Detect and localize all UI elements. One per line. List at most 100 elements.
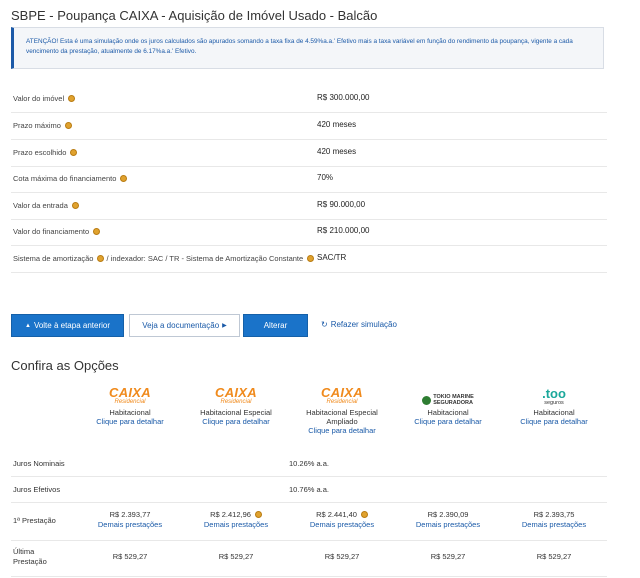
summary-value: 420 meses: [317, 147, 357, 156]
option-type: Habitacional Especial: [200, 408, 272, 417]
table-cell: R$ 529,27: [504, 552, 604, 562]
info-coin-icon[interactable]: [68, 95, 76, 102]
alert-box: ATENÇÃO! Esta é uma simulação onde os ju…: [11, 27, 604, 69]
summary-label: Prazo escolhido: [13, 148, 67, 157]
option-column: CAIXA Residencial Habitacional Especial …: [292, 380, 392, 436]
summary-row-prazo-maximo: Prazo máximo 420 meses: [11, 113, 607, 140]
demais-prestacoes-link[interactable]: Demais prestações: [292, 520, 392, 530]
tokio-marine-logo: TOKIO MARINE SEGURADORA: [398, 380, 498, 406]
summary-value: R$ 300.000,00: [317, 93, 370, 102]
option-detail-link[interactable]: Clique para detalhar: [292, 426, 392, 436]
option-column: CAIXA Residencial Habitacional Clique pa…: [80, 380, 180, 427]
summary-value: SAC/TR: [317, 253, 347, 262]
option-detail-link[interactable]: Clique para detalhar: [186, 417, 286, 427]
redo-label: Refazer simulação: [330, 320, 397, 329]
row-value: 10.76% a.a.: [288, 485, 330, 494]
demais-prestacoes-link[interactable]: Demais prestações: [186, 520, 286, 530]
brand-sub: seguros: [544, 400, 564, 406]
summary-row-cota-maxima: Cota máxima do financiamento 70%: [11, 166, 607, 193]
summary-value: 420 meses: [317, 120, 357, 129]
summary-label: Cota máxima do financiamento: [13, 174, 117, 183]
cell-value: R$ 529,27: [430, 552, 466, 561]
info-coin-icon[interactable]: [97, 255, 105, 262]
summary-row-sistema-amortizacao: Sistema de amortização / indexador: SAC …: [11, 246, 607, 273]
summary-value: R$ 210.000,00: [317, 226, 370, 235]
docs-button[interactable]: Veja a documentação ▶: [129, 314, 240, 337]
summary-row-valor-imovel: Valor do imóvel R$ 300.000,00: [11, 86, 607, 113]
row-label-line2: Prestação: [13, 557, 47, 566]
summary-label: Sistema de amortização: [13, 254, 94, 263]
summary-row-prazo-escolhido: Prazo escolhido 420 meses: [11, 140, 607, 167]
info-coin-icon[interactable]: [70, 149, 78, 156]
back-button[interactable]: ▲ Volte à etapa anterior: [11, 314, 124, 337]
summary-row-valor-entrada: Valor da entrada R$ 90.000,00: [11, 193, 607, 220]
summary-value: 70%: [317, 173, 334, 182]
page-title: SBPE - Poupança CAIXA - Aquisição de Imó…: [11, 8, 378, 23]
change-button-label: Alterar: [263, 321, 288, 330]
info-coin-icon[interactable]: [71, 202, 79, 209]
option-type-line2: Ampliado: [326, 417, 358, 426]
info-coin-icon[interactable]: [64, 122, 72, 129]
table-cell: R$ 529,27: [292, 552, 392, 562]
option-detail-link[interactable]: Clique para detalhar: [504, 417, 604, 427]
demais-prestacoes-link[interactable]: Demais prestações: [504, 520, 604, 530]
change-button[interactable]: Alterar: [243, 314, 308, 337]
table-cell: R$ 2.390,09 Demais prestações: [398, 510, 498, 530]
info-coin-icon[interactable]: [93, 228, 101, 235]
brand-name: CAIXA: [215, 385, 257, 400]
info-coin-icon[interactable]: [254, 511, 262, 518]
cell-value: R$ 2.412,96: [210, 510, 251, 519]
table-row-ultima-prestacao: Última Prestação R$ 529,27 R$ 529,27 R$ …: [11, 541, 607, 577]
too-seguros-logo: .too seguros: [504, 380, 604, 406]
table-cell: R$ 2.412,96 Demais prestações: [186, 510, 286, 530]
cell-value: R$ 2.393,77: [109, 510, 151, 519]
cell-value: R$ 2.441,40: [316, 510, 357, 519]
cell-value: R$ 2.390,09: [427, 510, 469, 519]
row-label-line1: Última: [13, 547, 35, 556]
table-cell: R$ 529,27: [80, 552, 180, 562]
option-detail-link[interactable]: Clique para detalhar: [398, 417, 498, 427]
brand-sub: SEGURADORA: [433, 400, 473, 406]
option-column: CAIXA Residencial Habitacional Especial …: [186, 380, 286, 427]
option-column: TOKIO MARINE SEGURADORA Habitacional Cli…: [398, 380, 498, 427]
caixa-logo: CAIXA Residencial: [80, 380, 180, 406]
summary-value: R$ 90.000,00: [317, 200, 366, 209]
summary-row-valor-financiamento: Valor do financiamento R$ 210.000,00: [11, 219, 607, 246]
summary-label: Valor do financiamento: [13, 227, 90, 236]
table-cell: R$ 2.441,40 Demais prestações: [292, 510, 392, 530]
demais-prestacoes-link[interactable]: Demais prestações: [398, 520, 498, 530]
summary-label-indexador: / indexador: SAC / TR - Sistema de Amort…: [106, 254, 304, 263]
tokio-marine-emblem-icon: [422, 395, 432, 405]
summary-label: Valor do imóvel: [13, 94, 65, 103]
brand-sub: Residencial: [326, 399, 358, 405]
brand-name: CAIXA: [321, 385, 363, 400]
cell-value: R$ 2.393,75: [533, 510, 575, 519]
table-row-juros-nominais: Juros Nominais 10.26% a.a.: [11, 451, 607, 477]
brand-name: .too: [542, 386, 566, 401]
caixa-logo: CAIXA Residencial: [292, 380, 392, 406]
cell-value: R$ 529,27: [536, 552, 572, 561]
option-type: Habitacional: [427, 408, 469, 417]
back-button-label: Volte à etapa anterior: [33, 321, 110, 330]
option-detail-link[interactable]: Clique para detalhar: [80, 417, 180, 427]
summary-label: Valor da entrada: [13, 201, 68, 210]
info-coin-icon[interactable]: [307, 255, 315, 262]
brand-sub: Residencial: [220, 399, 252, 405]
table-cell: R$ 2.393,77 Demais prestações: [80, 510, 180, 530]
cell-value: R$ 529,27: [112, 552, 148, 561]
option-column: .too seguros Habitacional Clique para de…: [504, 380, 604, 427]
info-coin-icon[interactable]: [120, 175, 128, 182]
brand-name: CAIXA: [109, 385, 151, 400]
demais-prestacoes-link[interactable]: Demais prestações: [80, 520, 180, 530]
caret-up-icon: ▲: [24, 322, 31, 329]
options-title: Confira as Opções: [11, 358, 119, 373]
info-coin-icon[interactable]: [360, 511, 368, 518]
cell-value: R$ 529,27: [324, 552, 360, 561]
caixa-logo: CAIXA Residencial: [186, 380, 286, 406]
docs-button-label: Veja a documentação: [142, 321, 220, 330]
redo-simulation-link[interactable]: ↻ Refazer simulação: [321, 320, 397, 329]
alert-text: ATENÇÃO! Esta é uma simulação onde os ju…: [26, 38, 573, 55]
refresh-icon: ↻: [321, 320, 328, 329]
option-type: Habitacional Especial: [306, 408, 378, 417]
option-type: Habitacional: [109, 408, 151, 417]
